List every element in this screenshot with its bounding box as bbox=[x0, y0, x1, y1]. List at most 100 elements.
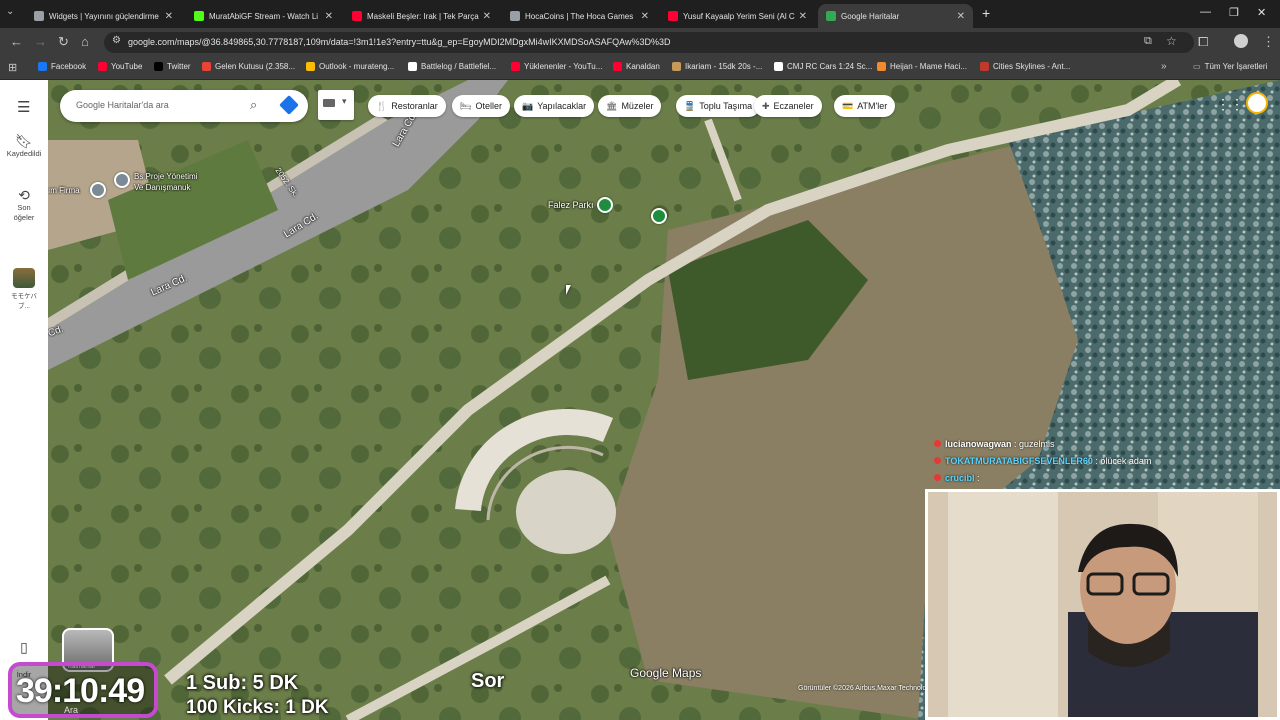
park-pin[interactable] bbox=[597, 197, 613, 213]
tab-5[interactable]: Yusuf Kayaalp Yerim Seni (Al CC ✕ bbox=[660, 4, 815, 28]
bookmark-favicon-icon bbox=[980, 62, 989, 71]
forward-icon[interactable]: → bbox=[34, 34, 47, 49]
close-tab-icon[interactable]: ✕ bbox=[957, 11, 965, 22]
bookmark-item[interactable]: Yüklenenler - YouTu... bbox=[511, 62, 602, 71]
hamburger-menu-icon[interactable]: ☰ bbox=[17, 98, 30, 116]
poi-pin-business[interactable] bbox=[114, 172, 130, 188]
search-icon[interactable]: ⌕ bbox=[250, 97, 257, 113]
saved-button[interactable]: 🔖︎ Kaydedildi bbox=[0, 134, 48, 159]
chip-icon: 🚆 bbox=[684, 100, 696, 111]
bookmark-item[interactable]: Battlelog / Battlefiel... bbox=[408, 62, 496, 71]
close-tab-icon[interactable]: ✕ bbox=[483, 11, 491, 22]
chat-username: crucibl bbox=[945, 473, 975, 483]
layers-icon bbox=[323, 99, 335, 107]
chevron-down-icon: ▾ bbox=[342, 96, 347, 106]
recent-button[interactable]: ⟲ Son öğeler bbox=[0, 188, 48, 223]
tab-2[interactable]: MuratAbiGF Stream - Watch Li ✕ bbox=[186, 4, 341, 28]
tab-favicon-icon bbox=[668, 11, 678, 21]
chat-badge-icon bbox=[934, 440, 941, 447]
poi-label[interactable]: ım Firma bbox=[48, 186, 80, 195]
bookmark-favicon-icon bbox=[98, 62, 107, 71]
address-bar[interactable]: ⚙ google.com/maps/@36.849865,30.7778187,… bbox=[104, 32, 1194, 53]
chat-separator: : bbox=[1011, 439, 1020, 449]
poi-pin-firm[interactable] bbox=[90, 182, 106, 198]
all-bookmarks-folder[interactable]: ▭ Tüm Yer İşaretleri bbox=[1193, 62, 1267, 71]
search-input[interactable]: Google Haritalar'da ara bbox=[76, 100, 169, 110]
layer-toggle-button[interactable]: ▾ bbox=[318, 90, 354, 120]
search-box[interactable]: Google Haritalar'da ara ⌕ bbox=[60, 90, 308, 122]
bookmark-item[interactable]: Ikariam - 15dk 20s -... bbox=[672, 62, 762, 71]
bookmark-label: Cities Skylines - Ant... bbox=[993, 62, 1071, 71]
category-chip[interactable]: 🍴 Restoranlar bbox=[368, 95, 446, 117]
extensions-icon[interactable]: ⧠ bbox=[1198, 34, 1208, 50]
get-app-button[interactable]: ▯ bbox=[0, 640, 48, 655]
tab-list-button[interactable]: ⌄ bbox=[6, 6, 14, 17]
close-tab-icon[interactable]: ✕ bbox=[641, 11, 649, 22]
apps-grid-icon[interactable]: ⋮⋮ bbox=[1216, 96, 1244, 113]
reload-icon[interactable]: ↻ bbox=[58, 34, 69, 50]
recent-label-1: Son bbox=[17, 203, 31, 212]
category-chip[interactable]: 🛏 Oteller bbox=[452, 95, 510, 117]
bookmark-item[interactable]: Gelen Kutusu (2.358... bbox=[202, 62, 295, 71]
chat-message: TOKATMURATABIGFSEVENLER60 : ölücek adam bbox=[934, 453, 1194, 470]
chat-text: guzelmis bbox=[1019, 439, 1055, 449]
tab-1[interactable]: Widgets | Yayınını güçlendirme ✕ bbox=[26, 4, 181, 28]
new-tab-button[interactable]: + bbox=[982, 5, 990, 21]
tab-6[interactable]: Google Haritalar ✕ bbox=[818, 4, 973, 28]
chip-label: Toplu Taşıma bbox=[699, 101, 753, 111]
minimize-button[interactable]: — bbox=[1200, 6, 1211, 18]
bookmark-favicon-icon bbox=[511, 62, 520, 71]
bookmark-item[interactable]: Heijan - Mame Haci... bbox=[877, 62, 967, 71]
bookmark-item[interactable]: Twitter bbox=[154, 62, 191, 71]
category-chip[interactable]: 💳 ATM'ler bbox=[834, 95, 896, 117]
category-chip[interactable]: ✚ Eczaneler bbox=[754, 95, 822, 117]
directions-icon[interactable] bbox=[279, 95, 299, 115]
park-pin[interactable] bbox=[651, 208, 667, 224]
close-tab-icon[interactable]: ✕ bbox=[799, 11, 807, 22]
bookmark-item[interactable]: CMJ RC Cars 1:24 Sc... bbox=[774, 62, 872, 71]
more-bookmarks-icon[interactable]: » bbox=[1161, 61, 1167, 72]
poi-label[interactable]: Bs Proje Yönetimi bbox=[134, 172, 197, 181]
bookmark-label: Heijan - Mame Haci... bbox=[890, 62, 967, 71]
bookmark-star-icon[interactable]: ☆ bbox=[1166, 34, 1177, 48]
close-tab-icon[interactable]: ✕ bbox=[165, 11, 173, 22]
stream-chat: lucianowagwan : guzelmis TOKATMURATABIGFS… bbox=[934, 436, 1194, 487]
webcam-feed bbox=[925, 489, 1280, 720]
chip-icon: 💳 bbox=[842, 100, 854, 111]
category-chip[interactable]: 🚆 Toplu Taşıma bbox=[676, 95, 761, 117]
bookmark-item[interactable]: Outlook - murateng... bbox=[306, 62, 394, 71]
category-chip[interactable]: 📷 Yapılacaklar bbox=[514, 95, 595, 117]
tab-4[interactable]: HocaCoins | The Hoca Games ✕ bbox=[502, 4, 657, 28]
poi-label[interactable]: Ve Danışmanuk bbox=[134, 183, 190, 192]
bookmark-label: Facebook bbox=[51, 62, 87, 71]
bookmark-favicon-icon bbox=[202, 62, 211, 71]
close-window-button[interactable]: ✕ bbox=[1257, 6, 1266, 19]
bookmark-item[interactable]: Kanaldan bbox=[613, 62, 660, 71]
install-app-icon[interactable]: ⧉ bbox=[1144, 35, 1152, 48]
site-info-icon[interactable]: ⚙ bbox=[112, 35, 121, 46]
chip-icon: ✚ bbox=[762, 100, 770, 111]
back-icon[interactable]: ← bbox=[10, 34, 23, 49]
tab-3[interactable]: Maskeli Beşler: Irak | Tek Parça ✕ bbox=[344, 4, 499, 28]
home-icon[interactable]: ⌂ bbox=[81, 34, 89, 49]
maximize-button[interactable]: ❐ bbox=[1229, 6, 1239, 19]
bookmark-item[interactable]: Facebook bbox=[38, 62, 86, 71]
category-chip[interactable]: 🏛 Müzeler bbox=[598, 95, 662, 117]
close-tab-icon[interactable]: ✕ bbox=[325, 11, 333, 22]
sub-goal-text: 1 Sub: 5 DK bbox=[186, 672, 299, 694]
bookmark-item[interactable]: Cities Skylines - Ant... bbox=[980, 62, 1070, 71]
bookmark-label: Ikariam - 15dk 20s -... bbox=[685, 62, 763, 71]
recent-label-2: öğeler bbox=[13, 213, 35, 222]
bookmark-item[interactable]: YouTube bbox=[98, 62, 142, 71]
recent-place-item[interactable]: モモケバ ブ... bbox=[0, 268, 48, 312]
copyright-text: Görüntüler ©2026 Airbus,Maxar Technolo bbox=[798, 685, 927, 692]
apps-grid-icon[interactable]: ⊞ bbox=[8, 61, 17, 74]
tab-favicon-icon bbox=[194, 11, 204, 21]
tab-title: Maskeli Beşler: Irak | Tek Parça bbox=[367, 11, 479, 21]
bookmark-label: Yüklenenler - YouTu... bbox=[524, 62, 603, 71]
profile-avatar[interactable] bbox=[1234, 34, 1248, 48]
chat-text: ölücek adam bbox=[1100, 456, 1152, 466]
menu-icon[interactable]: ⋮ bbox=[1262, 34, 1275, 50]
account-avatar[interactable] bbox=[1246, 92, 1268, 114]
park-label[interactable]: Falez Parkı bbox=[548, 200, 594, 210]
